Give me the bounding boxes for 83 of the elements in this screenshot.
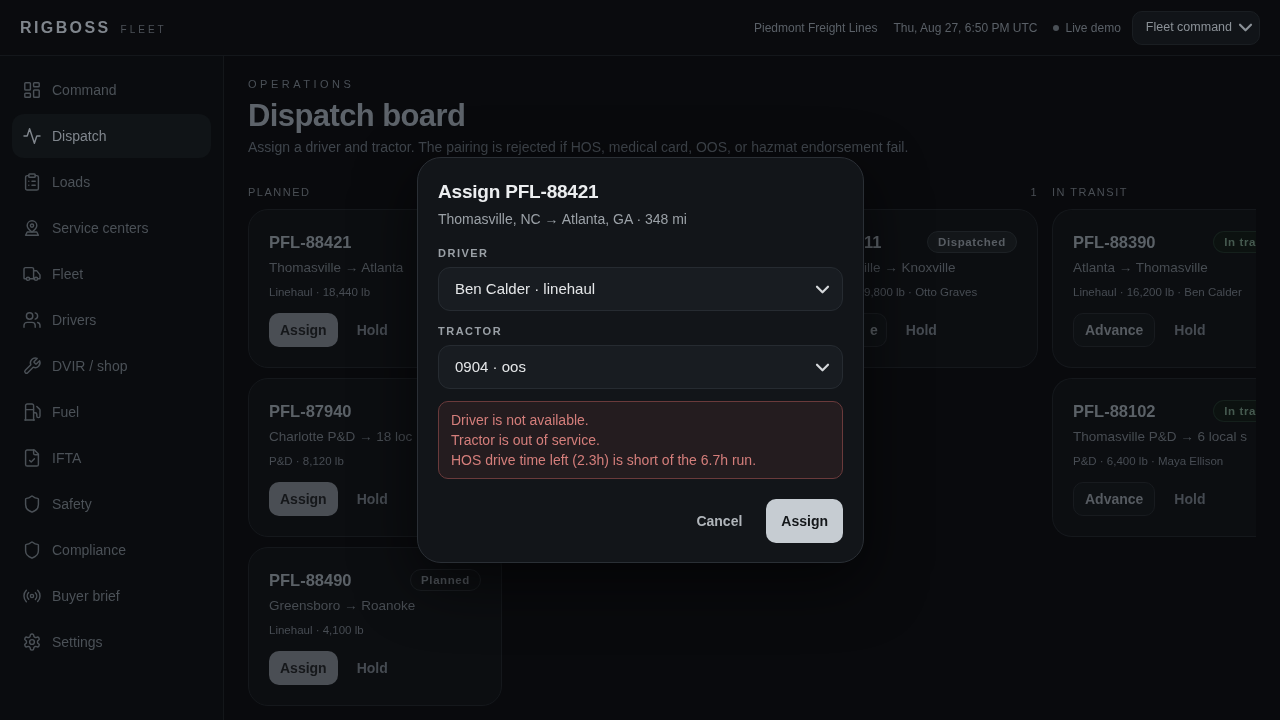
field-label: TRACTOR bbox=[438, 324, 503, 339]
load-id: PFL-88102 bbox=[1073, 401, 1156, 422]
column-title: PLANNED bbox=[248, 185, 311, 200]
nav-item[interactable]: Command bbox=[12, 68, 211, 112]
load-route: Greensboro → Roanoke bbox=[269, 597, 416, 615]
nav-item[interactable]: IFTA bbox=[12, 436, 211, 480]
load-id: PFL-88390 bbox=[1073, 232, 1156, 253]
nav-item[interactable]: Fleet bbox=[12, 252, 211, 296]
assign-button[interactable]: Assign bbox=[269, 482, 338, 516]
load-id: PFL-88421 bbox=[269, 232, 352, 253]
load-details: P&D · 6,400 lb · Maya Ellison bbox=[1073, 454, 1224, 469]
shield-icon bbox=[24, 542, 40, 558]
column-count: 1 bbox=[1030, 185, 1038, 200]
hold-button[interactable]: Hold bbox=[341, 651, 403, 685]
wrench-icon bbox=[24, 358, 40, 374]
dialog-title: Assign PFL-88421 bbox=[438, 180, 599, 204]
load-route: Thomasville → Atlanta bbox=[269, 259, 404, 277]
load-details: P&D · 8,120 lb bbox=[269, 454, 344, 469]
hold-button[interactable]: Hold bbox=[890, 313, 952, 347]
pulse-line-icon bbox=[24, 128, 40, 144]
error-message: Tractor is out of service. bbox=[451, 431, 600, 450]
nav-item[interactable]: Drivers bbox=[12, 298, 211, 342]
load-route: Charlotte P&D → 18 loc bbox=[269, 428, 413, 446]
status-badge: Dispatched bbox=[927, 231, 1017, 253]
select-field[interactable]: Ben Calder · linehaul bbox=[438, 267, 843, 311]
load-details: Linehaul · 4,100 lb bbox=[269, 623, 364, 638]
hold-button[interactable]: Hold bbox=[341, 313, 403, 347]
status-dot-icon bbox=[1053, 24, 1060, 31]
nav-item[interactable]: Compliance bbox=[12, 528, 211, 572]
nav-item[interactable]: Loads bbox=[12, 160, 211, 204]
chevron-down-icon bbox=[1240, 24, 1251, 31]
confirm-button[interactable]: Assign bbox=[766, 499, 843, 543]
brand-logo-text: RIGBOSS bbox=[20, 17, 111, 38]
hold-button[interactable]: Hold bbox=[341, 482, 403, 516]
clipboard-icon bbox=[24, 174, 40, 190]
column-title: IN TRANSIT bbox=[1052, 185, 1128, 200]
dashboard-grid-icon bbox=[24, 82, 40, 98]
people-icon bbox=[24, 312, 40, 328]
broadcast-icon bbox=[24, 588, 40, 604]
error-message: HOS drive time left (2.3h) is short of the 6.7h run. bbox=[451, 451, 757, 470]
section-eyebrow: OPERATIONS bbox=[248, 77, 355, 91]
chevron-down-icon bbox=[817, 285, 828, 293]
nav-item[interactable]: Fuel bbox=[12, 390, 211, 434]
field-label: DRIVER bbox=[438, 246, 489, 261]
settings-icon bbox=[24, 634, 40, 650]
company-name: Piedmont Freight Lines bbox=[754, 19, 878, 37]
truck-icon bbox=[24, 266, 40, 282]
error-message: Driver is not available. bbox=[451, 411, 589, 430]
hold-button[interactable]: Hold bbox=[1159, 313, 1221, 347]
load-route: Atlanta → Thomasville bbox=[1073, 259, 1208, 277]
file-check-icon bbox=[24, 450, 40, 466]
assign-button[interactable]: Assign bbox=[269, 651, 338, 685]
nav-item[interactable]: Buyer brief bbox=[12, 574, 211, 618]
date-time: Thu, Aug 27, 6:50 PM UTC bbox=[893, 19, 1038, 37]
nav-item[interactable]: Dispatch bbox=[12, 114, 211, 158]
nav-item[interactable]: Settings bbox=[12, 620, 211, 664]
assign-button[interactable]: Assign bbox=[269, 313, 338, 347]
load-id: PFL-88490 bbox=[269, 570, 352, 591]
status-badge: Planned bbox=[410, 569, 481, 591]
shield-icon bbox=[24, 496, 40, 512]
location-pin-icon bbox=[24, 220, 40, 236]
hold-button[interactable]: Hold bbox=[1159, 482, 1221, 516]
advance-button[interactable]: Advance bbox=[1073, 482, 1156, 516]
nav-item[interactable]: Service centers bbox=[12, 206, 211, 250]
page-description: Assign a driver and tractor. The pairing is rejected if HOS, medical card, OOS, or hazmat endorsement fail. bbox=[248, 138, 909, 156]
live-label: Live demo bbox=[1065, 19, 1121, 37]
brand-subtitle: FLEET bbox=[120, 22, 167, 37]
advance-button[interactable]: e bbox=[864, 313, 887, 347]
advance-button[interactable]: Advance bbox=[1073, 313, 1156, 347]
nav-item[interactable]: Safety bbox=[12, 482, 211, 526]
page-title: Dispatch board bbox=[248, 97, 466, 135]
select-field[interactable]: 0904 · oos bbox=[438, 345, 843, 389]
cancel-button[interactable]: Cancel bbox=[682, 499, 757, 543]
status-badge: In tra bbox=[1213, 231, 1256, 253]
load-route: Thomasville P&D → 6 local s bbox=[1073, 428, 1248, 446]
chevron-down-icon bbox=[817, 363, 828, 371]
status-badge: In tra bbox=[1213, 400, 1256, 422]
nav-item[interactable]: DVIR / shop bbox=[12, 344, 211, 388]
load-id: PFL-87940 bbox=[269, 401, 352, 422]
route-summary: Thomasville, NC → Atlanta, GA · 348 mi bbox=[438, 210, 687, 229]
fuel-pump-icon bbox=[24, 404, 40, 420]
load-id: 11 bbox=[864, 232, 882, 253]
view-select[interactable]: Fleet command bbox=[1131, 10, 1260, 45]
